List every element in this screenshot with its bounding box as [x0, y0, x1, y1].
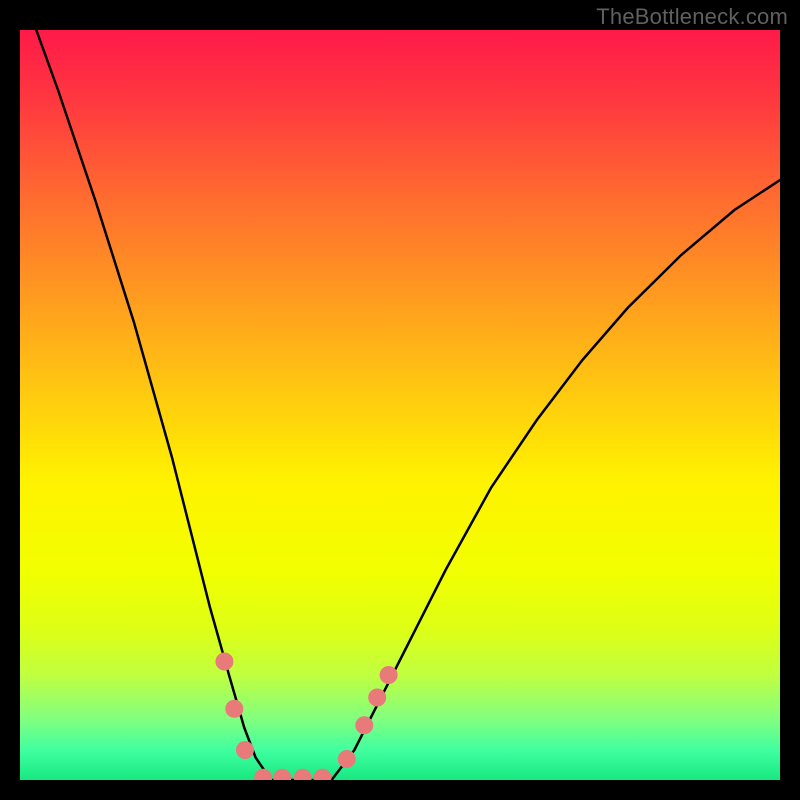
chart-plot: [20, 30, 780, 780]
chart-frame: TheBottleneck.com: [0, 0, 800, 800]
curve-marker: [368, 689, 386, 707]
curve-marker: [338, 750, 356, 768]
curve-marker: [215, 653, 233, 671]
curve-marker: [236, 741, 254, 759]
chart-svg: [20, 30, 780, 780]
gradient-background: [20, 30, 780, 780]
curve-marker: [355, 716, 373, 734]
curve-marker: [380, 666, 398, 684]
curve-marker: [225, 700, 243, 718]
watermark-text: TheBottleneck.com: [596, 4, 788, 30]
